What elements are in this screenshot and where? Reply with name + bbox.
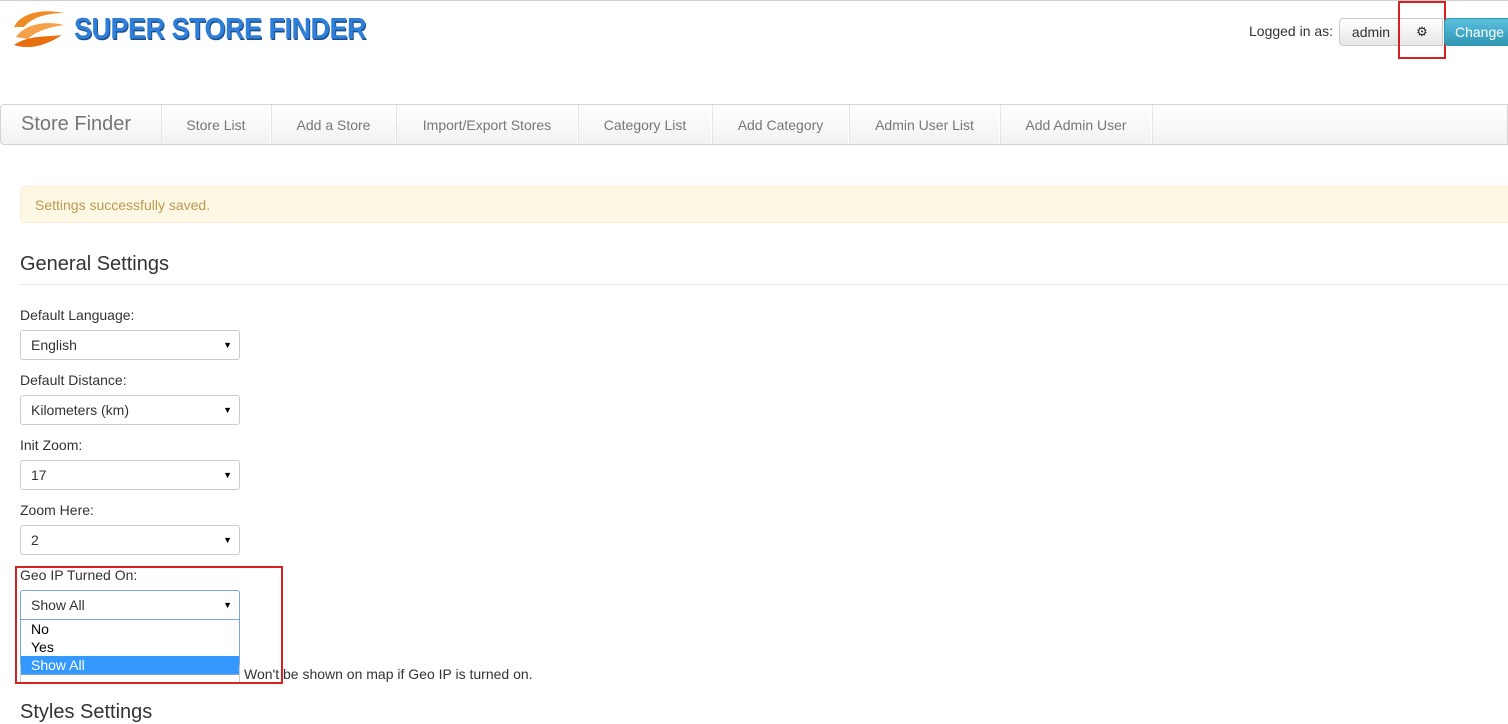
nav-item-add-category[interactable]: Add Category bbox=[712, 105, 849, 144]
success-alert: Settings successfully saved. bbox=[20, 186, 1508, 223]
nav-item-admin-user-list[interactable]: Admin User List bbox=[849, 105, 1000, 144]
logged-in-label: Logged in as: bbox=[1249, 23, 1334, 39]
logo-swoosh-icon bbox=[14, 11, 64, 48]
default-distance-value: Kilometers (km) bbox=[31, 402, 130, 418]
nav-item-store-list[interactable]: Store List bbox=[161, 105, 271, 144]
main-navbar: Store Finder Store List Add a Store Impo… bbox=[0, 104, 1508, 145]
default-language-label: Default Language: bbox=[20, 307, 135, 323]
logo[interactable]: SUPER STORE FINDER bbox=[12, 7, 367, 51]
nav-item-add-store[interactable]: Add a Store bbox=[271, 105, 396, 144]
highlight-box-geo-ip bbox=[15, 566, 283, 684]
default-language-select[interactable]: English ▼ bbox=[20, 330, 240, 360]
init-zoom-select[interactable]: 17 ▼ bbox=[20, 460, 240, 490]
user-button[interactable]: admin bbox=[1339, 18, 1403, 46]
zoom-here-select[interactable]: 2 ▼ bbox=[20, 525, 240, 555]
nav-item-add-admin-user[interactable]: Add Admin User bbox=[1000, 105, 1152, 144]
navbar-divider bbox=[1152, 105, 1153, 144]
section-title-general-settings: General Settings bbox=[20, 253, 169, 275]
section-divider bbox=[20, 284, 1508, 285]
chevron-down-icon: ▼ bbox=[223, 405, 232, 415]
highlight-box-settings bbox=[1398, 1, 1446, 59]
default-language-value: English bbox=[31, 337, 77, 353]
change-button[interactable]: Change bbox=[1444, 18, 1508, 46]
nav-item-category-list[interactable]: Category List bbox=[578, 105, 712, 144]
init-zoom-label: Init Zoom: bbox=[20, 437, 83, 453]
logo-text: SUPER STORE FINDER bbox=[74, 12, 367, 45]
zoom-here-value: 2 bbox=[31, 532, 39, 548]
zoom-here-label: Zoom Here: bbox=[20, 502, 94, 518]
chevron-down-icon: ▼ bbox=[223, 535, 232, 545]
chevron-down-icon: ▼ bbox=[223, 470, 232, 480]
geo-ip-hint: Won't be shown on map if Geo IP is turne… bbox=[244, 666, 533, 682]
nav-item-import-export[interactable]: Import/Export Stores bbox=[396, 105, 578, 144]
init-zoom-value: 17 bbox=[31, 467, 47, 483]
navbar-brand[interactable]: Store Finder bbox=[1, 105, 161, 144]
default-distance-label: Default Distance: bbox=[20, 372, 127, 388]
chevron-down-icon: ▼ bbox=[223, 340, 232, 350]
section-title-styles-settings: Styles Settings bbox=[20, 701, 153, 723]
default-distance-select[interactable]: Kilometers (km) ▼ bbox=[20, 395, 240, 425]
